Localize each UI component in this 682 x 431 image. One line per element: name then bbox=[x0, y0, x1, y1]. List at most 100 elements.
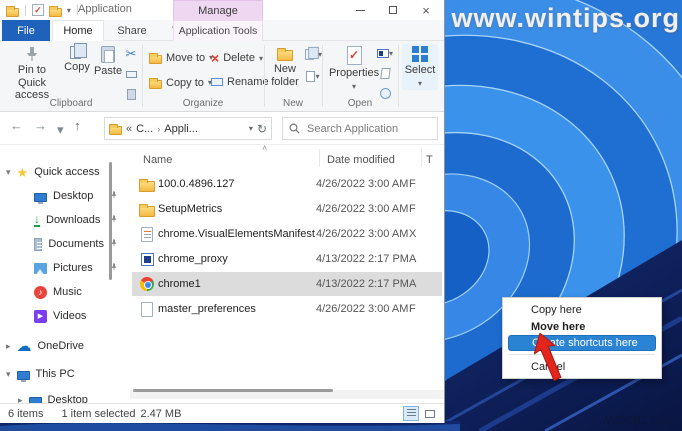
back-button[interactable]: ← bbox=[10, 118, 23, 133]
file-row[interactable]: chrome_proxy 4/13/2022 2:17 PM A bbox=[132, 247, 442, 271]
folder-icon[interactable] bbox=[6, 5, 19, 17]
thumbnails-view-button[interactable] bbox=[422, 406, 438, 421]
up-button[interactable]: ↑ bbox=[74, 118, 81, 133]
sidebar-item-this-pc[interactable]: ▾ This PC bbox=[0, 363, 128, 385]
sidebar-scrollbar[interactable] bbox=[109, 162, 112, 280]
move-to-button[interactable]: Move to ▾ bbox=[146, 50, 216, 65]
rename-icon bbox=[211, 78, 223, 86]
chevron-down-icon[interactable]: ▾ bbox=[6, 167, 11, 178]
recent-locations-chevron-icon[interactable]: ▾ bbox=[57, 122, 64, 138]
delete-button[interactable]: × Delete ▾ bbox=[208, 50, 266, 66]
cut-button[interactable]: ✂ bbox=[122, 45, 140, 62]
scissors-icon: ✂ bbox=[125, 46, 137, 61]
tab-share[interactable]: Share bbox=[106, 20, 158, 41]
file-row[interactable]: SetupMetrics 4/26/2022 3:00 AM F bbox=[132, 197, 442, 221]
new-folder-quick-icon[interactable] bbox=[48, 5, 62, 17]
sidebar-item-videos[interactable]: ▶ Videos bbox=[0, 305, 128, 327]
chrome-icon bbox=[140, 277, 154, 291]
tab-application-tools[interactable]: Application Tools bbox=[173, 20, 263, 41]
open-window-icon bbox=[376, 49, 389, 58]
details-view-button[interactable] bbox=[403, 406, 419, 421]
breadcrumb-overflow[interactable]: « bbox=[126, 123, 132, 135]
main-area: ▾ ★ Quick access Desktop ↓ Downloads Doc… bbox=[0, 143, 444, 408]
document-icon bbox=[141, 301, 153, 317]
group-label: Open bbox=[347, 98, 373, 109]
chevron-right-icon[interactable]: ▸ bbox=[6, 341, 11, 352]
file-explorer-window: | ✓ ▾ | Application Manage × File Home S… bbox=[0, 0, 445, 423]
group-label: New bbox=[282, 98, 303, 109]
divider[interactable] bbox=[319, 149, 320, 167]
menu-item-move-here[interactable]: Move here bbox=[503, 318, 661, 335]
tab-home[interactable]: Home bbox=[52, 20, 104, 41]
edit-button[interactable] bbox=[376, 65, 394, 82]
scrollbar-thumb[interactable] bbox=[133, 389, 333, 392]
folder-icon bbox=[139, 178, 155, 192]
column-header-name[interactable]: Name bbox=[143, 150, 172, 170]
location-folder-icon bbox=[109, 124, 122, 135]
maximize-button[interactable] bbox=[378, 0, 408, 20]
search-box[interactable] bbox=[282, 117, 438, 140]
file-row[interactable]: master_preferences 4/26/2022 3:00 AM F bbox=[132, 297, 442, 321]
refresh-icon[interactable]: ↻ bbox=[257, 122, 267, 136]
new-item-button[interactable]: ▾ bbox=[304, 46, 322, 63]
desktop-icon bbox=[34, 192, 47, 204]
column-header-type[interactable]: T bbox=[426, 150, 433, 170]
rename-button[interactable]: Rename bbox=[208, 75, 272, 89]
copy-path-button[interactable] bbox=[122, 66, 140, 83]
ribbon-group-new: New folder ▾ ▾ New bbox=[264, 41, 322, 111]
menu-item-create-shortcuts-here[interactable]: Create shortcuts here bbox=[508, 335, 656, 351]
group-label: Clipboard bbox=[49, 98, 93, 109]
breadcrumb[interactable]: « C... › Appli... ▾ ↻ bbox=[104, 117, 272, 140]
pushpin-icon bbox=[27, 47, 37, 61]
address-dropdown-chevron-icon[interactable]: ▾ bbox=[249, 124, 253, 133]
ribbon: Pin to Quick access Copy Paste ✂ Clipboa… bbox=[0, 41, 444, 112]
properties-quick-icon[interactable]: ✓ bbox=[31, 4, 44, 16]
ribbon-tab-row: File Home Share View Application Tools ˄… bbox=[0, 20, 444, 57]
open-button[interactable]: ▾ bbox=[376, 45, 394, 62]
videos-icon: ▶ bbox=[34, 309, 47, 323]
downloads-icon: ↓ bbox=[34, 212, 40, 227]
sort-ascending-icon: ˄ bbox=[262, 143, 268, 153]
new-folder-button[interactable]: New folder bbox=[266, 44, 304, 90]
horizontal-scrollbar[interactable] bbox=[130, 389, 444, 399]
properties-icon: ✓ bbox=[346, 46, 362, 65]
divider: | bbox=[24, 4, 27, 16]
search-input[interactable] bbox=[305, 121, 431, 136]
copy-to-button[interactable]: Copy to ▾ bbox=[146, 75, 215, 90]
copy-to-icon bbox=[149, 78, 162, 89]
move-to-icon bbox=[149, 53, 162, 64]
select-grid-icon bbox=[412, 46, 428, 62]
close-button[interactable]: × bbox=[411, 0, 441, 20]
screenshot-root: | ✓ ▾ | Application Manage × File Home S… bbox=[0, 0, 682, 431]
file-row[interactable]: 100.0.4896.127 4/26/2022 3:00 AM F bbox=[132, 172, 442, 196]
breadcrumb-chevron-icon: › bbox=[157, 123, 161, 134]
file-row-selected[interactable]: chrome1 4/13/2022 2:17 PM A bbox=[132, 272, 442, 296]
new-item-icon bbox=[305, 46, 319, 60]
select-button[interactable]: Select ▾ bbox=[402, 44, 438, 90]
folder-icon bbox=[139, 203, 155, 217]
divider[interactable] bbox=[421, 149, 422, 167]
breadcrumb-drive[interactable]: C... bbox=[136, 123, 153, 135]
file-row[interactable]: chrome.VisualElementsManifest 4/26/2022 … bbox=[132, 222, 442, 246]
xml-document-icon bbox=[141, 226, 153, 242]
breadcrumb-folder[interactable]: Appli... bbox=[164, 123, 198, 135]
tab-file[interactable]: File bbox=[2, 20, 50, 41]
qat-customize-chevron-icon[interactable]: ▾ bbox=[67, 6, 71, 15]
sidebar-item-music[interactable]: ♪ Music bbox=[0, 281, 128, 303]
minimize-button[interactable] bbox=[345, 0, 375, 20]
pin-to-quick-access-button[interactable]: Pin to Quick access bbox=[3, 44, 61, 104]
title-bar: | ✓ ▾ | Application Manage × bbox=[0, 0, 444, 20]
easy-access-button[interactable]: ▾ bbox=[304, 68, 322, 85]
menu-item-cancel[interactable]: Cancel bbox=[503, 358, 661, 375]
maximize-icon bbox=[389, 6, 397, 14]
copy-button[interactable]: Copy bbox=[62, 43, 92, 76]
paste-button[interactable]: Paste bbox=[92, 44, 124, 80]
manage-contextual-tab[interactable]: Manage bbox=[173, 0, 263, 20]
close-icon: × bbox=[422, 2, 430, 18]
column-header-date-modified[interactable]: Date modified bbox=[327, 150, 395, 170]
sidebar-item-onedrive[interactable]: ▸ ☁ OneDrive bbox=[0, 335, 128, 357]
properties-button[interactable]: ✓ Properties ▾ bbox=[329, 44, 379, 93]
menu-item-copy-here[interactable]: Copy here bbox=[503, 301, 661, 318]
chevron-down-icon[interactable]: ▾ bbox=[6, 369, 11, 380]
forward-button[interactable]: → bbox=[34, 118, 47, 133]
